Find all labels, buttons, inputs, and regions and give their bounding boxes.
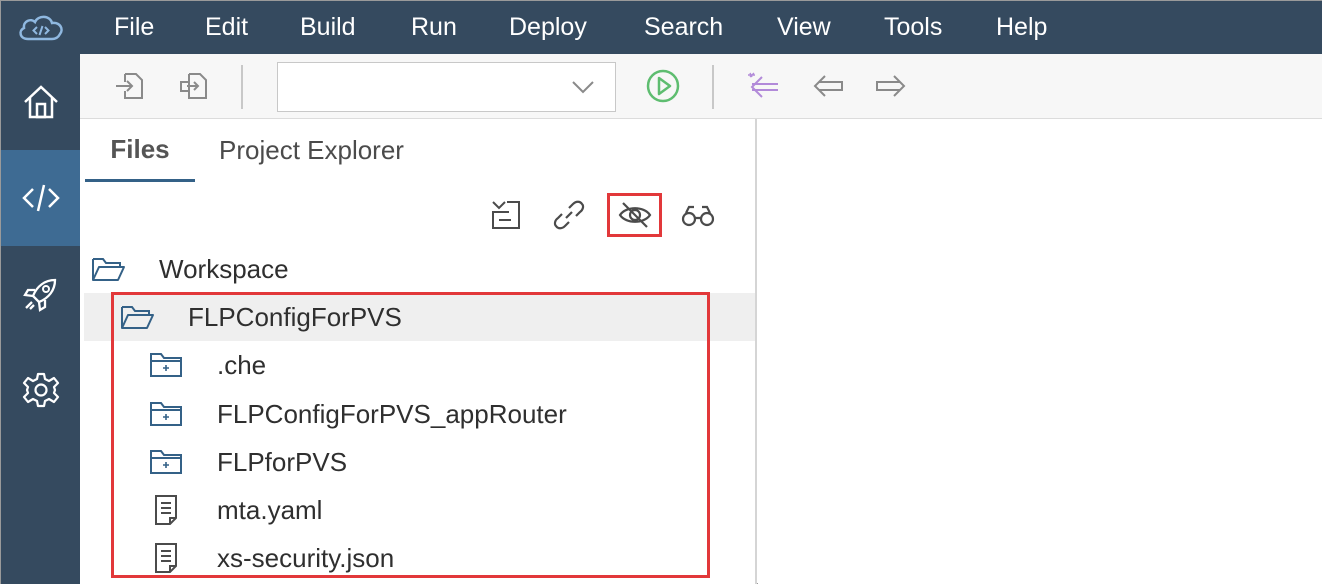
find-icon bbox=[681, 205, 715, 227]
export-icon bbox=[180, 73, 207, 99]
run-button[interactable] bbox=[645, 68, 681, 104]
tree-item-workspace[interactable]: Workspace bbox=[84, 245, 755, 293]
menu-help[interactable]: Help bbox=[996, 1, 1047, 54]
menu-edit[interactable]: Edit bbox=[205, 1, 248, 54]
menu-file[interactable]: File bbox=[114, 1, 154, 54]
back-button[interactable] bbox=[810, 68, 846, 104]
menu-search[interactable]: Search bbox=[644, 1, 723, 54]
left-nav-bar bbox=[1, 54, 80, 584]
files-panel: Files Project Explorer Workspace FLPConf… bbox=[80, 119, 757, 584]
main-toolbar bbox=[80, 54, 1322, 119]
tree-item-label: mta.yaml bbox=[217, 494, 323, 525]
toolbar-separator bbox=[712, 65, 714, 109]
tree-item-folder[interactable]: FLPforPVS bbox=[84, 438, 755, 486]
import-button[interactable] bbox=[112, 68, 148, 104]
import-icon bbox=[116, 73, 143, 99]
tree-item-project[interactable]: FLPConfigForPVS bbox=[84, 293, 755, 341]
folder-open-icon bbox=[90, 254, 126, 284]
tree-item-file[interactable]: xs-security.json bbox=[84, 534, 755, 582]
link-editor-icon bbox=[553, 200, 585, 230]
tree-item-label: xs-security.json bbox=[217, 542, 395, 573]
find-in-files-button[interactable] bbox=[672, 193, 724, 237]
run-configuration-select[interactable] bbox=[277, 62, 616, 112]
files-panel-toolbar bbox=[80, 193, 757, 237]
tree-item-label: FLPConfigForPVS_appRouter bbox=[217, 398, 567, 429]
folder-open-icon bbox=[119, 302, 155, 332]
nav-home[interactable] bbox=[1, 54, 80, 150]
tab-project-explorer[interactable]: Project Explorer bbox=[219, 119, 404, 182]
cloud-code-icon[interactable] bbox=[1, 1, 80, 54]
collapse-all-icon bbox=[492, 201, 520, 229]
files-panel-tabs: Files Project Explorer bbox=[85, 119, 755, 182]
home-icon bbox=[23, 85, 58, 119]
nav-development[interactable] bbox=[1, 150, 80, 246]
folder-closed-icon bbox=[148, 350, 184, 380]
toolbar-separator bbox=[241, 65, 243, 109]
folder-closed-icon bbox=[148, 447, 184, 477]
tree-item-label: Workspace bbox=[159, 253, 289, 284]
folder-closed-icon bbox=[148, 399, 184, 429]
document-icon bbox=[148, 543, 184, 573]
code-icon bbox=[21, 184, 60, 212]
export-button[interactable] bbox=[175, 68, 211, 104]
menu-tools[interactable]: Tools bbox=[884, 1, 942, 54]
run-icon bbox=[646, 69, 680, 103]
document-icon bbox=[148, 495, 184, 525]
chevron-down-icon bbox=[572, 81, 594, 94]
forward-button[interactable] bbox=[873, 68, 909, 104]
link-with-editor-button[interactable] bbox=[543, 193, 595, 237]
tab-files[interactable]: Files bbox=[85, 119, 195, 182]
nav-deploy[interactable] bbox=[1, 246, 80, 342]
show-hidden-files-button[interactable] bbox=[607, 193, 662, 237]
nav-settings[interactable] bbox=[1, 342, 80, 438]
tree-item-folder[interactable]: .che bbox=[84, 341, 755, 389]
tree-item-label: .che bbox=[217, 349, 267, 380]
menu-run[interactable]: Run bbox=[411, 1, 457, 54]
menu-deploy[interactable]: Deploy bbox=[509, 1, 587, 54]
tree-item-label: FLPforPVS bbox=[217, 446, 348, 477]
back-starred-icon bbox=[748, 72, 778, 98]
tree-item-label: FLPConfigForPVS bbox=[188, 301, 402, 332]
back-to-last-edit-button[interactable] bbox=[746, 68, 782, 104]
rocket-icon bbox=[22, 278, 56, 312]
back-icon bbox=[813, 75, 843, 97]
editor-area[interactable] bbox=[758, 119, 1322, 584]
menu-bar: File Edit Build Run Deploy Search View T… bbox=[1, 1, 1322, 54]
collapse-all-button[interactable] bbox=[480, 193, 532, 237]
menu-build[interactable]: Build bbox=[300, 1, 356, 54]
menu-view[interactable]: View bbox=[777, 1, 831, 54]
tree-item-folder[interactable]: FLPConfigForPVS_appRouter bbox=[84, 390, 755, 438]
tree-item-file[interactable]: mta.yaml bbox=[84, 486, 755, 534]
hidden-files-icon bbox=[618, 202, 651, 228]
gear-icon bbox=[22, 372, 59, 408]
forward-icon bbox=[876, 75, 906, 97]
